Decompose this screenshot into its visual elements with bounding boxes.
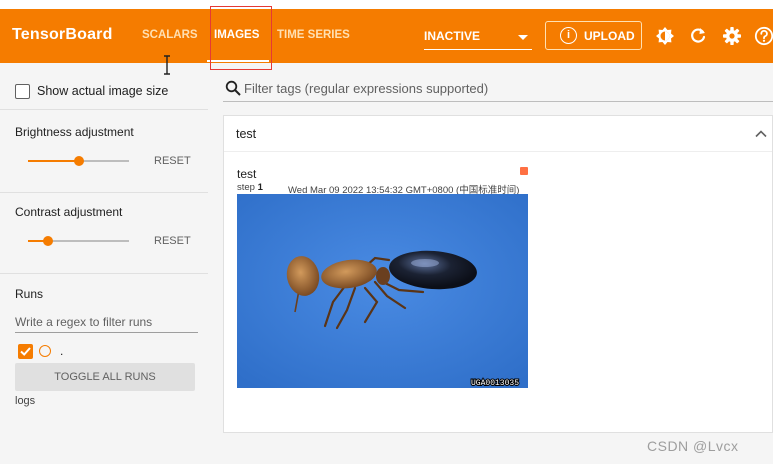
brand-title: TensorBoard: [12, 26, 113, 43]
tag-filter-underline: [223, 101, 773, 102]
chevron-down-icon: [518, 35, 528, 40]
divider: [0, 192, 208, 193]
divider: [0, 109, 208, 110]
brightness-icon[interactable]: [655, 26, 675, 46]
tag-filter-input[interactable]: [244, 77, 770, 99]
run-name: .: [60, 344, 64, 358]
brightness-slider-thumb[interactable]: [74, 156, 84, 166]
step-label: step 1: [237, 182, 263, 193]
ant-image[interactable]: UGA0013035: [237, 194, 528, 388]
step-text: step: [237, 182, 255, 193]
tag-group-card: test test step 1 Wed Mar 09 2022 13:54:3…: [223, 115, 773, 433]
toggle-all-runs-button[interactable]: TOGGLE ALL RUNS: [15, 363, 195, 391]
watermark: CSDN @Lvcx: [647, 438, 739, 454]
run-checkbox[interactable]: [18, 344, 33, 359]
image-caption: UGA0013035: [471, 379, 519, 388]
brightness-reset-button[interactable]: RESET: [154, 155, 191, 167]
top-strip: [0, 0, 773, 9]
step-value: 1: [257, 182, 263, 193]
run-mode-value: INACTIVE: [424, 29, 481, 43]
divider: [0, 273, 208, 274]
show-actual-size-checkbox[interactable]: [15, 84, 30, 99]
ant-photo: UGA0013035: [237, 194, 528, 388]
refresh-icon[interactable]: [688, 26, 708, 46]
run-color-marker: [520, 167, 528, 175]
contrast-label: Contrast adjustment: [15, 205, 123, 219]
tab-time-series[interactable]: TIME SERIES: [277, 29, 350, 41]
brightness-label: Brightness adjustment: [15, 125, 134, 139]
brightness-slider-fill: [28, 160, 79, 162]
check-icon: [20, 347, 31, 356]
text-cursor-icon: [164, 55, 170, 75]
show-actual-size-label: Show actual image size: [37, 84, 169, 98]
main-content: test test step 1 Wed Mar 09 2022 13:54:3…: [208, 63, 773, 464]
settings-icon[interactable]: [722, 26, 742, 46]
contrast-reset-button[interactable]: RESET: [154, 235, 191, 247]
tab-scalars[interactable]: SCALARS: [142, 29, 198, 41]
logdir-label: logs: [15, 395, 36, 407]
upload-button[interactable]: i UPLOAD: [545, 21, 642, 50]
upload-label: UPLOAD: [584, 29, 635, 43]
tag-group-header[interactable]: test: [224, 116, 772, 152]
run-filter-input[interactable]: [15, 311, 198, 333]
run-color-circle[interactable]: [39, 345, 51, 357]
app-header: TensorBoard SCALARS IMAGES TIME SERIES I…: [0, 9, 773, 63]
sidebar: Show actual image size Brightness adjust…: [0, 63, 208, 464]
image-title: test: [237, 167, 257, 181]
run-mode-select[interactable]: INACTIVE: [424, 26, 532, 50]
annotation-highlight-box: [210, 6, 272, 70]
help-icon[interactable]: [754, 26, 773, 46]
search-icon: [225, 80, 241, 96]
chevron-up-icon[interactable]: [754, 127, 768, 141]
contrast-slider-thumb[interactable]: [43, 236, 53, 246]
info-icon: i: [560, 27, 577, 44]
tag-group-title: test: [236, 127, 257, 141]
runs-label: Runs: [15, 287, 44, 301]
